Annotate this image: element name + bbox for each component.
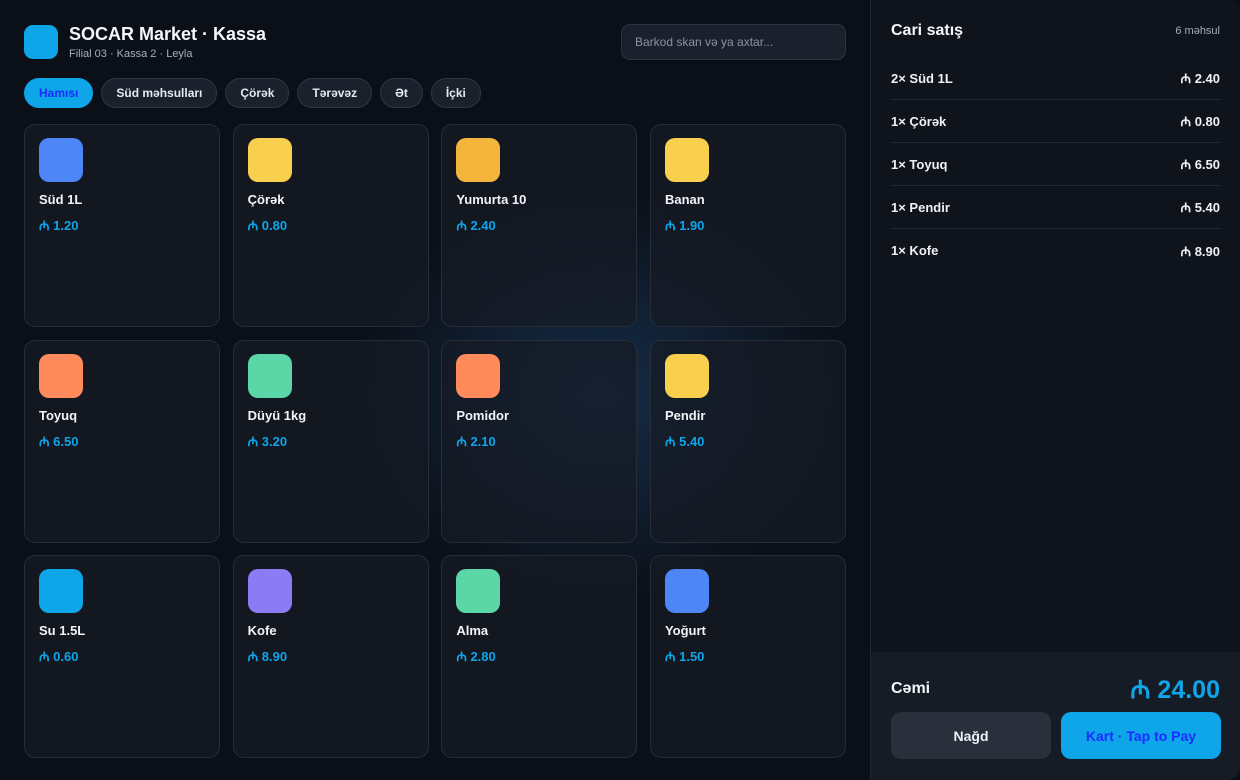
cart-line-label: 1× Pendir	[891, 199, 950, 215]
cart-line[interactable]: 1× Kofe ₼ 8.90	[891, 229, 1220, 272]
app-subtitle: Filial 03 · Kassa 2 · Leyla	[69, 48, 193, 60]
product-swatch	[247, 569, 292, 613]
product-name: Süd 1L	[39, 192, 83, 207]
cart-line[interactable]: 1× Pendir ₼ 5.40	[891, 186, 1220, 229]
product-swatch	[456, 138, 501, 182]
product-swatch	[664, 353, 709, 398]
cart-item-count: 6 məhsul	[1175, 25, 1220, 37]
product-name: Kofe	[247, 623, 277, 638]
product-swatch	[39, 569, 83, 613]
checkout-footer: Cəmi ₼ 24.00 Nağd Kart · Tap to Pay	[871, 652, 1240, 780]
product-price: ₼ 2.40	[456, 218, 496, 233]
cart-line-label: 1× Toyuq	[891, 156, 948, 172]
category-chip-vegetables[interactable]: Tərəvəz	[297, 78, 373, 108]
product-price: ₼ 2.10	[456, 433, 496, 449]
category-chip-dairy[interactable]: Süd məhsulları	[101, 78, 218, 108]
cart-title: Cari satış	[891, 22, 964, 39]
product-name: Çörək	[247, 192, 285, 207]
product-price: ₼ 6.50	[39, 433, 79, 449]
product-card[interactable]: Düyü 1kg ₼ 3.20	[232, 339, 429, 543]
product-name: Banan	[664, 192, 705, 207]
product-name: Düyü 1kg	[247, 407, 307, 423]
product-price: ₼ 1.90	[664, 218, 705, 233]
app-title: SOCAR Market · Kassa	[69, 24, 267, 44]
product-name: Yoğurt	[664, 623, 706, 638]
cart-line-amount: ₼ 8.90	[1180, 243, 1220, 259]
cart-line[interactable]: 1× Çörək ₼ 0.80	[891, 100, 1220, 143]
product-card[interactable]: Alma ₼ 2.80	[441, 555, 638, 758]
product-name: Toyuq	[39, 407, 78, 423]
cart-line-amount: ₼ 6.50	[1180, 157, 1220, 172]
product-name: Pendir	[664, 407, 706, 423]
product-price: ₼ 5.40	[664, 433, 705, 449]
cart-line[interactable]: 1× Toyuq ₼ 6.50	[891, 143, 1220, 186]
total-row: Cəmi ₼ 24.00	[891, 672, 1220, 706]
product-swatch	[456, 353, 501, 398]
brand: SOCAR Market · Kassa Filial 03 · Kassa 2…	[69, 24, 266, 60]
product-swatch	[39, 138, 83, 182]
pay-cash-button[interactable]: Nağd	[891, 712, 1051, 759]
total-label: Cəmi	[891, 680, 931, 697]
cart-panel: Cari satış 6 məhsul 2× Süd 1L ₼ 2.40 1× …	[870, 0, 1240, 780]
product-price: ₼ 0.60	[39, 649, 79, 664]
cart-header: Cari satış 6 məhsul	[891, 22, 1220, 40]
product-swatch	[664, 138, 709, 182]
cart-line-label: 1× Çörək	[891, 113, 947, 129]
product-name: Yumurta 10	[456, 192, 527, 207]
product-swatch	[39, 353, 83, 398]
product-card[interactable]: Kofe ₼ 8.90	[232, 555, 429, 758]
product-name: Su 1.5L	[39, 623, 86, 638]
category-filter-bar: Hamısı Süd məhsulları Çörək Tərəvəz Ət İ…	[24, 78, 481, 108]
product-swatch	[247, 138, 292, 182]
cart-line-label: 2× Süd 1L	[891, 70, 953, 86]
product-grid: Süd 1L ₼ 1.20 Çörək ₼ 0.80 Yumurta 10 ₼ …	[24, 124, 846, 758]
cart-line-amount: ₼ 2.40	[1180, 71, 1220, 86]
product-card[interactable]: Toyuq ₼ 6.50	[24, 339, 220, 543]
product-card[interactable]: Banan ₼ 1.90	[649, 124, 846, 327]
product-price: ₼ 0.80	[247, 218, 288, 233]
cart-line-label: 1× Kofe	[891, 243, 939, 258]
product-swatch	[456, 569, 501, 613]
cart-line[interactable]: 2× Süd 1L ₼ 2.40	[891, 57, 1220, 100]
category-chip-all[interactable]: Hamısı	[24, 78, 94, 108]
store-logo	[24, 25, 58, 59]
pos-app: SOCAR Market · Kassa Filial 03 · Kassa 2…	[0, 0, 1240, 780]
product-card[interactable]: Pendir ₼ 5.40	[649, 339, 846, 543]
product-name: Alma	[456, 623, 489, 638]
product-card[interactable]: Yoğurt ₼ 1.50	[649, 555, 846, 758]
product-card[interactable]: Pomidor ₼ 2.10	[441, 339, 638, 543]
total-value: ₼ 24.00	[1130, 676, 1220, 704]
category-chip-drinks[interactable]: İçki	[430, 78, 481, 108]
category-chip-meat[interactable]: Ət	[380, 78, 423, 108]
pay-card-button[interactable]: Kart · Tap to Pay	[1061, 712, 1221, 759]
product-swatch	[247, 353, 292, 398]
cart-lines: 2× Süd 1L ₼ 2.40 1× Çörək ₼ 0.80 1× Toyu…	[891, 57, 1220, 272]
product-price: ₼ 1.20	[39, 218, 79, 233]
product-card[interactable]: Yumurta 10 ₼ 2.40	[441, 124, 638, 327]
product-price: ₼ 8.90	[247, 649, 288, 664]
product-card[interactable]: Çörək ₼ 0.80	[232, 124, 429, 327]
header: SOCAR Market · Kassa Filial 03 · Kassa 2…	[24, 24, 266, 60]
cart-line-amount: ₼ 5.40	[1180, 200, 1220, 215]
barcode-search-input[interactable]	[621, 24, 846, 60]
product-swatch	[664, 569, 709, 613]
catalog-panel: SOCAR Market · Kassa Filial 03 · Kassa 2…	[0, 0, 870, 780]
product-price: ₼ 3.20	[247, 433, 288, 449]
product-price: ₼ 1.50	[664, 649, 705, 664]
product-card[interactable]: Su 1.5L ₼ 0.60	[24, 555, 220, 758]
category-chip-bread[interactable]: Çörək	[225, 78, 290, 108]
product-card[interactable]: Süd 1L ₼ 1.20	[24, 124, 220, 327]
product-name: Pomidor	[456, 407, 510, 423]
cart-line-amount: ₼ 0.80	[1180, 114, 1220, 129]
product-price: ₼ 2.80	[456, 649, 496, 664]
